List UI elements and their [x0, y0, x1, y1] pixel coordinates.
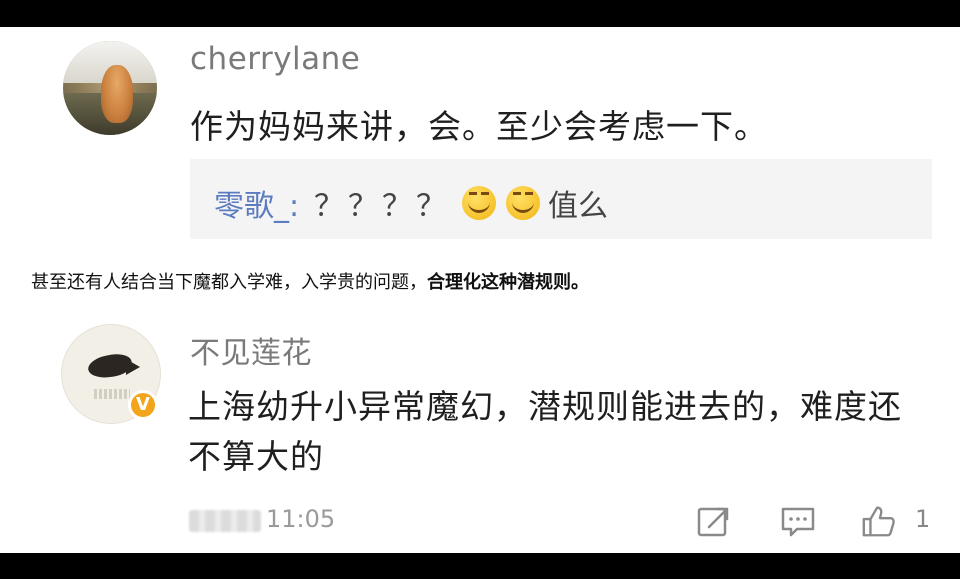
emoji-brow [525, 192, 533, 195]
avatar-cherrylane[interactable] [63, 41, 157, 135]
reply-text-tail: 值么 [548, 189, 608, 224]
comment-text: 作为妈妈来讲，会。至少会考虑一下。 [190, 107, 768, 146]
emoji-mouth [468, 200, 490, 213]
comment-username[interactable]: cherrylane [190, 41, 360, 77]
comment-username[interactable]: 不见莲花 [190, 328, 312, 372]
reply-box[interactable]: 零歌_: ？？？？ 值么 [190, 159, 932, 239]
like-count: 1 [915, 505, 931, 533]
cat-image [101, 65, 133, 123]
emoji-mouth [512, 200, 534, 213]
emoji-brow [481, 192, 489, 195]
grin-emoji-icon [462, 186, 496, 220]
comment-time: 11:05 [266, 505, 336, 533]
grin-emoji-icon [506, 186, 540, 220]
share-icon[interactable] [695, 503, 733, 539]
thumbs-up-icon[interactable] [860, 503, 898, 539]
reply-text: ？？？？ [314, 189, 450, 224]
emoji-brow [469, 192, 477, 195]
caption-normal: 甚至还有人结合当下魔都入学难，入学贵的问题， [31, 272, 427, 293]
caption-bold: 合理化这种潜规则。 [427, 272, 589, 293]
blurred-date [189, 510, 261, 532]
reply-username[interactable]: 零歌_: [214, 181, 299, 225]
comment-icon[interactable] [779, 503, 817, 539]
emoji-brow [513, 192, 521, 195]
comment-text: 上海幼升小异常魔幻，潜规则能进去的，难度还不算大的 [188, 387, 902, 476]
verified-badge-icon: V [128, 390, 158, 420]
avatar-small-text [94, 389, 130, 399]
caption-text: 甚至还有人结合当下魔都入学难，入学贵的问题，合理化这种潜规则。 [31, 268, 589, 294]
fish-tail [126, 359, 140, 375]
